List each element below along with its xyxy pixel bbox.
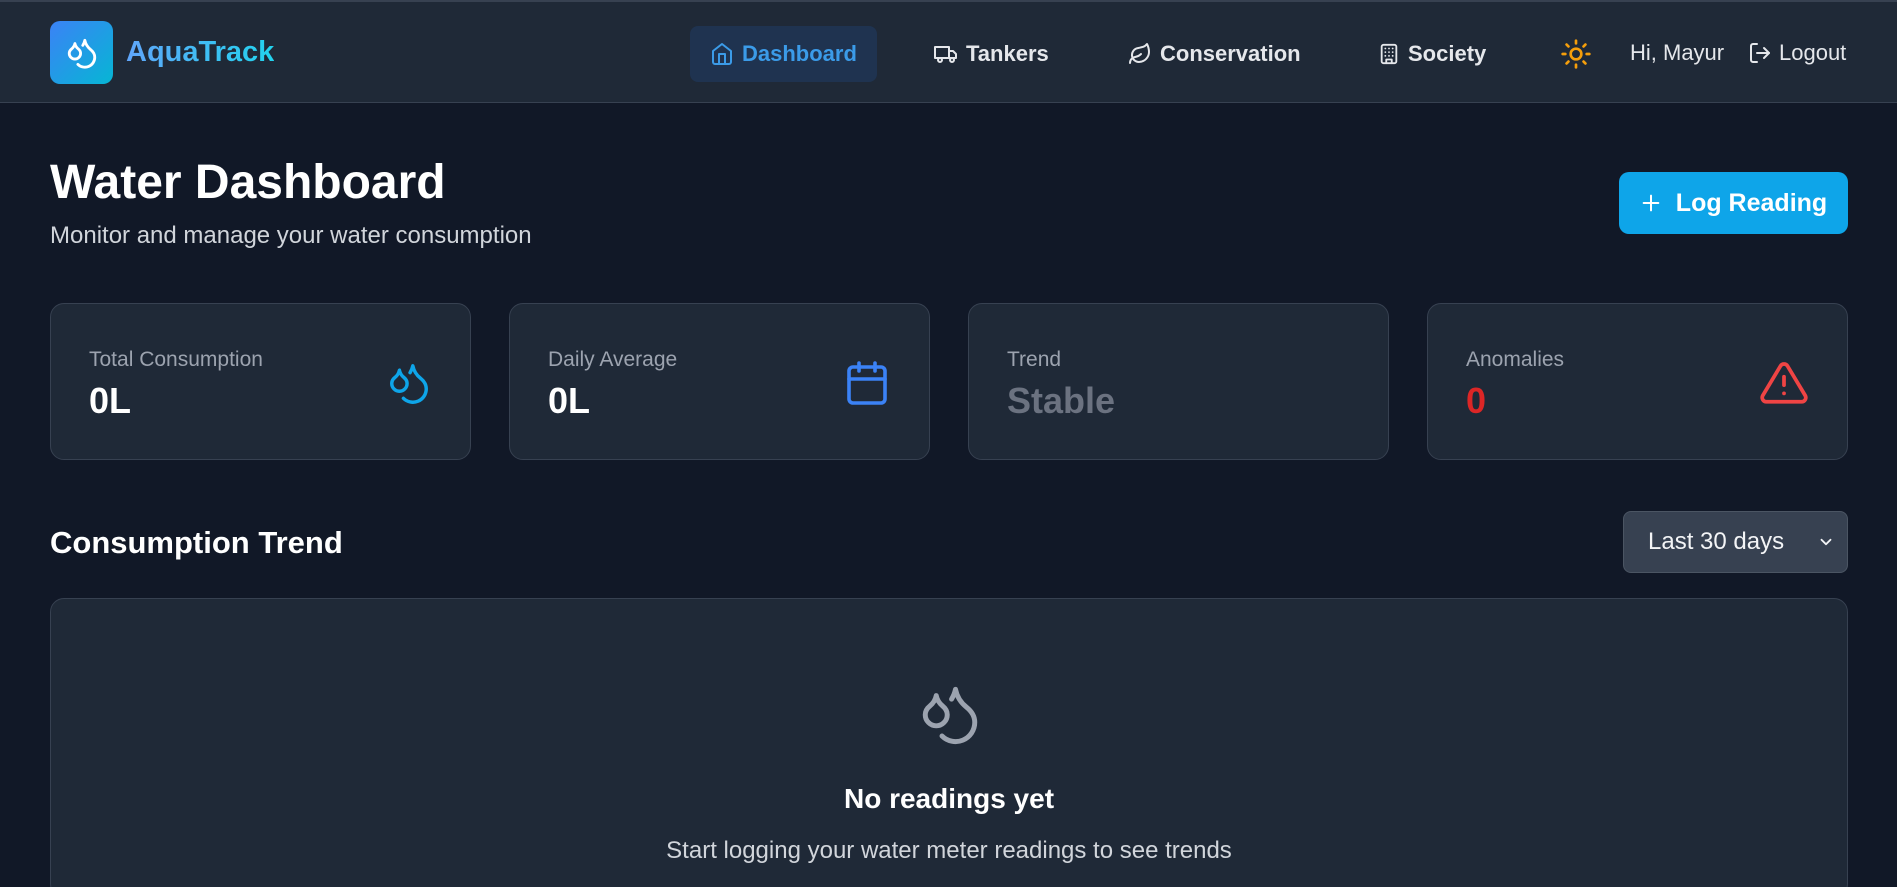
empty-state-title: No readings yet [843,783,1055,814]
nav-item-label: Dashboard [742,41,857,66]
droplets-icon [386,358,432,413]
nav-item-label: Tankers [966,41,1049,66]
brand[interactable]: AquaTrack [50,21,274,84]
building-icon [1380,43,1398,65]
nav-item-dashboard[interactable]: Dashboard [690,26,877,82]
home-icon [712,43,732,65]
nav-item-label: Conservation [1160,41,1301,66]
stat-value: Stable [1007,380,1116,421]
calendar-icon [843,358,891,413]
stat-label: Total Consumption [89,348,263,371]
stat-card-trend: Trend Stable [968,303,1389,460]
nav-item-tankers[interactable]: Tankers [934,26,1049,82]
stat-value: 0L [89,380,132,421]
truck-icon [934,46,957,63]
log-reading-label: Log Reading [1675,188,1828,217]
stat-card-daily-average: Daily Average 0L [509,303,930,460]
sun-icon [1561,39,1591,69]
stat-card-total-consumption: Total Consumption 0L [50,303,471,460]
alert-triangle-icon [1759,358,1809,413]
logout-icon [1750,43,1770,63]
date-range-value: Last 30 days [1648,528,1785,555]
section-title-consumption-trend: Consumption Trend [50,525,343,560]
stat-value: 0L [548,380,591,421]
nav-item-society[interactable]: Society [1378,26,1486,82]
droplets-icon [917,679,983,754]
page-title: Water Dashboard [50,156,446,209]
log-reading-button[interactable]: Log Reading [1619,172,1848,234]
empty-state-description: Start logging your water meter readings … [666,837,1232,864]
stat-label: Daily Average [548,348,678,371]
logout-label: Logout [1779,40,1847,65]
user-greeting: Hi, Mayur [1630,40,1725,65]
plus-icon [1642,194,1660,212]
stat-card-anomalies: Anomalies 0 [1427,303,1848,460]
nav-item-conservation[interactable]: Conservation [1128,26,1301,82]
stat-label: Trend [1007,348,1062,371]
leaf-icon [1129,43,1150,64]
nav-item-label: Society [1408,41,1487,66]
droplets-icon [50,21,113,84]
app-name: AquaTrack [126,36,275,68]
logout-button[interactable]: Logout [1748,40,1846,66]
page-subtitle: Monitor and manage your water consumptio… [50,222,532,249]
consumption-chart-panel: No readings yet Start logging your water… [50,598,1848,887]
date-range-select[interactable]: Last 30 days [1623,511,1848,573]
stat-label: Anomalies [1466,348,1565,371]
top-navbar: AquaTrack Dashboard Tankers Conservation… [0,0,1897,103]
stat-value: 0 [1466,380,1487,421]
theme-toggle-button[interactable] [1560,38,1592,75]
chevron-down-icon [1820,538,1832,546]
